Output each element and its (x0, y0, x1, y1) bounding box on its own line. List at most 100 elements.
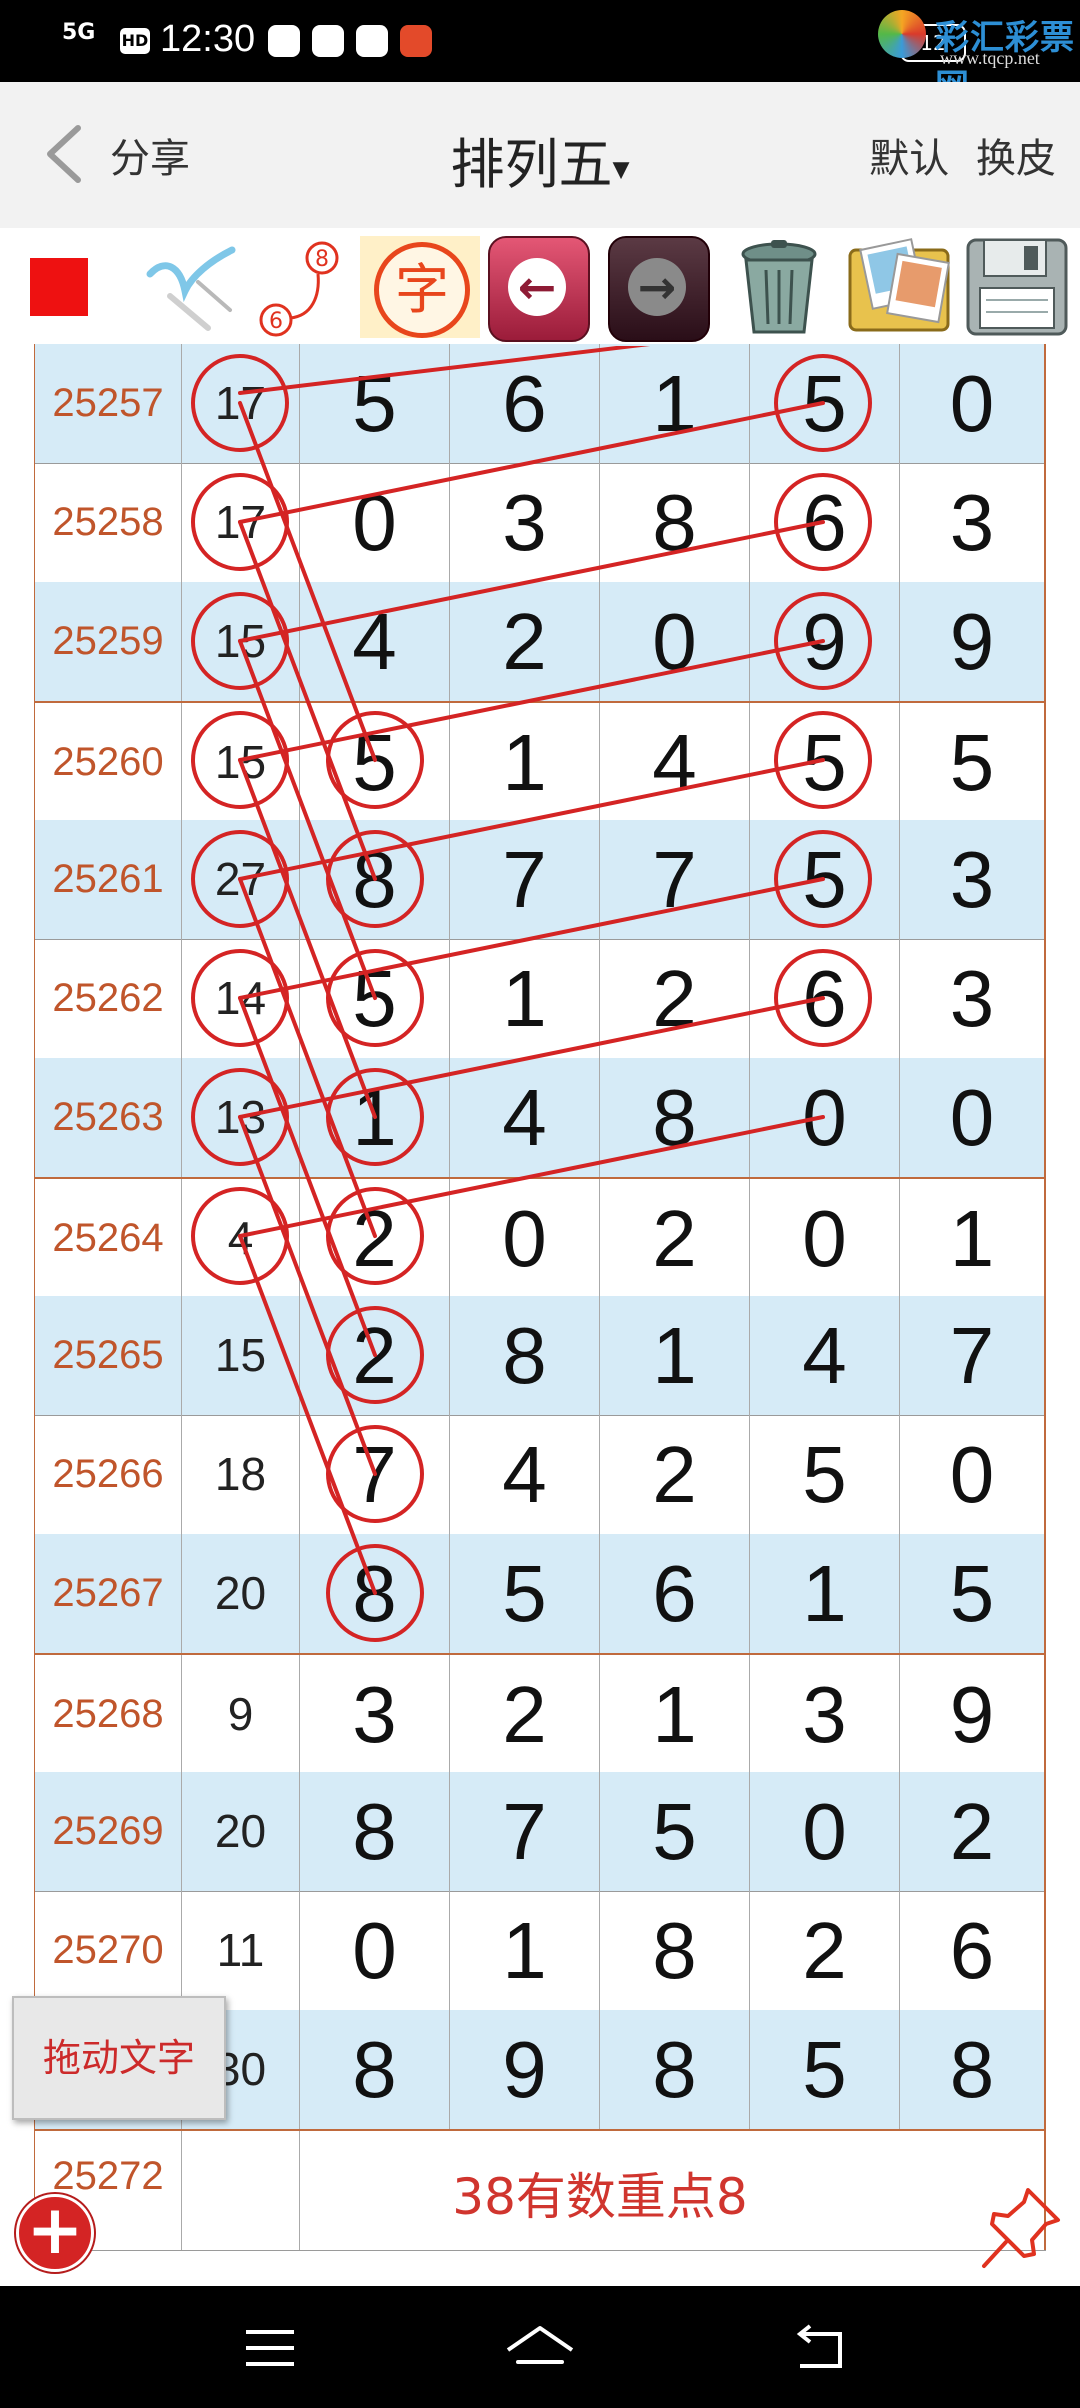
redo-button[interactable]: → (608, 236, 710, 342)
digit-cell: 0 (300, 1891, 450, 2010)
digit-cell: 8 (300, 2010, 450, 2129)
digit-cell: 0 (750, 1058, 900, 1177)
digit-cell: 1 (600, 1296, 750, 1415)
notification-icon (400, 25, 432, 57)
digit-cell: 5 (300, 344, 450, 463)
default-button[interactable]: 默认 (869, 136, 949, 182)
digit-cell: 0 (750, 1179, 900, 1298)
digit-cell: 6 (900, 1891, 1046, 2010)
digit-cell: 5 (900, 1534, 1046, 1653)
table-row[interactable]: 25268 9 3 2 1 3 9 (34, 1653, 1046, 1775)
sum-value: 14 (182, 939, 300, 1058)
table-row[interactable]: 25257 17 5 6 1 5 0 (34, 344, 1046, 464)
issue-number: 25259 (34, 582, 182, 701)
save-floppy-icon[interactable] (962, 236, 1072, 338)
table-row[interactable]: 25261 27 8 7 7 5 3 (34, 820, 1046, 940)
table-row[interactable]: 25266 18 7 4 2 5 0 (34, 1415, 1046, 1535)
digit-cell: 2 (600, 1179, 750, 1298)
table-row[interactable]: 25267 20 8 5 6 1 5 (34, 1534, 1046, 1654)
trash-icon[interactable] (724, 236, 834, 338)
watermark-logo-icon (878, 10, 926, 58)
change-skin-button[interactable]: 换皮 (976, 136, 1056, 182)
sum-value: 18 (182, 1415, 300, 1534)
sum-value: 20 (182, 1772, 300, 1891)
add-button[interactable]: + (16, 2194, 94, 2272)
table-row[interactable]: 25269 20 8 7 5 0 2 (34, 1772, 1046, 1892)
page-title: 排列五 (450, 133, 613, 196)
issue-number: 25264 (34, 1179, 182, 1298)
table-row[interactable]: 25265 15 2 8 1 4 7 (34, 1296, 1046, 1416)
redo-arrow-icon: → (628, 258, 686, 316)
table-row[interactable]: 25270 11 0 1 8 2 6 (34, 1891, 1046, 2011)
table-row[interactable]: 25258 17 0 3 8 6 3 (34, 463, 1046, 583)
sum-value: 15 (182, 703, 300, 822)
digit-cell: 6 (750, 939, 900, 1058)
digit-cell: 1 (450, 703, 600, 822)
digit-cell: 4 (750, 1296, 900, 1415)
digit-cell: 1 (900, 1179, 1046, 1298)
digit-cell: 5 (450, 1534, 600, 1653)
drag-text-button[interactable]: 拖动文字 (12, 1996, 226, 2120)
issue-number: 25258 (34, 463, 182, 582)
digit-cell: 2 (900, 1772, 1046, 1891)
digit-cell: 8 (300, 1534, 450, 1653)
issue-number: 25269 (34, 1772, 182, 1891)
digit-cell: 3 (900, 820, 1046, 939)
sum-value: 27 (182, 820, 300, 939)
system-nav-bar (0, 2286, 1080, 2408)
table-row[interactable]: 25260 15 5 1 4 5 5 (34, 701, 1046, 823)
sum-value: 20 (182, 1534, 300, 1653)
back-icon[interactable] (780, 2316, 860, 2380)
digit-cell: 7 (450, 820, 600, 939)
digit-cell: 8 (600, 1058, 750, 1177)
digit-cell: 7 (450, 1772, 600, 1891)
pen-tool-icon[interactable] (140, 236, 240, 338)
digit-cell: 8 (600, 463, 750, 582)
digit-cell: 5 (600, 1772, 750, 1891)
issue-number: 25270 (34, 1891, 182, 2010)
digit-cell: 5 (750, 820, 900, 939)
sum-value: 17 (182, 463, 300, 582)
issue-number: 25260 (34, 703, 182, 822)
sum-value: 15 (182, 582, 300, 701)
header-actions: 默认 换皮 (855, 126, 1056, 184)
digit-cell: 4 (300, 582, 450, 701)
digit-cell: 8 (300, 1772, 450, 1891)
digit-cell: 2 (450, 1655, 600, 1774)
menu-icon[interactable] (230, 2316, 310, 2380)
digit-cell: 6 (450, 344, 600, 463)
home-icon[interactable] (500, 2316, 580, 2380)
table-row[interactable]: 25259 15 4 2 0 9 9 (34, 582, 1046, 702)
issue-number: 25262 (34, 939, 182, 1058)
digit-cell: 1 (600, 1655, 750, 1774)
line-width-icon[interactable]: 8 6 (252, 236, 348, 338)
issue-number: 25263 (34, 1058, 182, 1177)
digit-cell: 7 (300, 1415, 450, 1534)
pin-icon[interactable] (976, 2182, 1066, 2272)
table-row[interactable]: 25263 13 1 4 8 0 0 (34, 1058, 1046, 1178)
drawing-toolbar: 8 6 字 ← → (0, 228, 1080, 346)
digit-cell: 1 (450, 1891, 600, 2010)
photos-icon[interactable] (844, 236, 954, 338)
digit-cell: 2 (450, 582, 600, 701)
digit-cell: 0 (750, 1772, 900, 1891)
table-row[interactable]: 25262 14 5 1 2 6 3 (34, 939, 1046, 1059)
digit-cell: 1 (450, 939, 600, 1058)
undo-button[interactable]: ← (488, 236, 590, 342)
text-tool-button[interactable]: 字 (360, 236, 480, 338)
digit-cell: 0 (900, 1058, 1046, 1177)
pen-color-swatch[interactable] (30, 258, 88, 316)
clock: 12:30 (160, 18, 256, 60)
table-row[interactable]: 25264 4 2 0 2 0 1 (34, 1177, 1046, 1299)
undo-arrow-icon: ← (508, 258, 566, 316)
table-row[interactable]: 25272 38有数重点8 (34, 2129, 1046, 2251)
digit-cell: 7 (600, 820, 750, 939)
leaf-icon (356, 25, 388, 57)
digit-cell: 8 (600, 2010, 750, 2129)
app-header: 分享 排列五▾ 默认 换皮 (0, 82, 1080, 229)
status-bar: 5G HD 12:30 12 彩汇彩票网 www.tqcp.net (0, 0, 1080, 107)
digit-cell: 3 (750, 1655, 900, 1774)
sum-value: 17 (182, 344, 300, 463)
digit-cell: 5 (300, 939, 450, 1058)
digit-cell: 2 (750, 1891, 900, 2010)
